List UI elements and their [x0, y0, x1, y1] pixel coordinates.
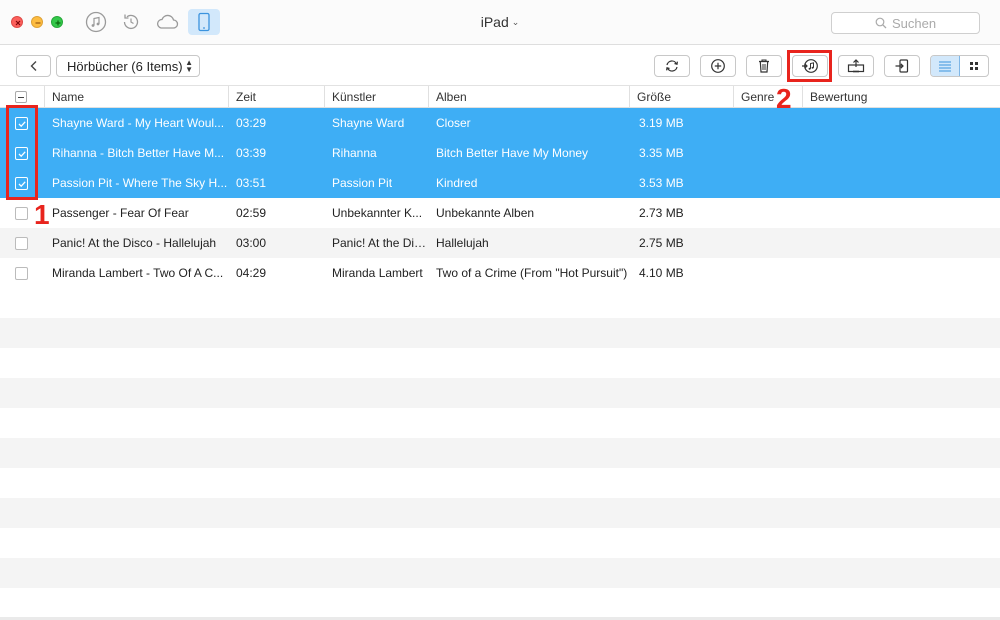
- delete-button[interactable]: [746, 55, 782, 77]
- cell-size: 3.35 MB: [639, 146, 684, 160]
- empty-row: [0, 528, 1000, 558]
- empty-row: [0, 558, 1000, 588]
- cell-album: Bitch Better Have My Money: [436, 146, 589, 160]
- table-header: Name Zeit Künstler Alben Größe Genre Bew…: [0, 86, 1000, 108]
- step-number-1: 1: [34, 199, 50, 230]
- cell-size: 4.10 MB: [639, 266, 684, 280]
- itunes-button-highlight: [787, 50, 832, 82]
- cell-artist: Shayne Ward: [332, 116, 405, 130]
- search-input[interactable]: Suchen: [831, 12, 980, 34]
- cell-artist: Passion Pit: [332, 176, 393, 190]
- list-icon: [939, 61, 951, 72]
- checkbox-selection-highlight: [6, 105, 38, 200]
- title-bar: iPad ⌄ Suchen: [0, 0, 1000, 45]
- row-checkbox[interactable]: [15, 237, 28, 250]
- column-header-album[interactable]: Alben: [429, 86, 630, 108]
- toolbar: Hörbücher (6 Items) ▲ ▼: [0, 46, 1000, 86]
- category-label: Hörbücher (6 Items): [67, 58, 183, 74]
- cell-time: 03:29: [236, 116, 267, 130]
- empty-row: [0, 348, 1000, 378]
- search-placeholder: Suchen: [891, 15, 937, 31]
- column-header-size[interactable]: Größe: [630, 86, 734, 108]
- table-row[interactable]: Panic! At the Disco - Hallelujah 03:00 P…: [0, 228, 1000, 258]
- grid-view-button[interactable]: [960, 56, 988, 76]
- column-header-rating[interactable]: Bewertung: [803, 86, 1000, 108]
- cell-size: 3.53 MB: [639, 176, 684, 190]
- import-device-icon: [895, 59, 909, 73]
- plus-circle-icon: [711, 59, 725, 73]
- cell-name: Miranda Lambert - Two Of A C...: [52, 266, 224, 280]
- chevron-down-icon: ⌄: [511, 17, 520, 27]
- cell-time: 04:29: [236, 266, 267, 280]
- cell-name: Rihanna - Bitch Better Have M...: [52, 146, 225, 160]
- refresh-icon: [666, 60, 678, 72]
- cell-album: Hallelujah: [436, 236, 489, 250]
- empty-row: [0, 438, 1000, 468]
- table-row[interactable]: Rihanna - Bitch Better Have M... 03:39 R…: [0, 138, 1000, 168]
- list-view-button[interactable]: [931, 56, 960, 76]
- trash-icon: [759, 59, 769, 73]
- cell-album: Closer: [436, 116, 471, 130]
- cell-artist: Miranda Lambert: [332, 266, 423, 280]
- export-to-computer-button[interactable]: [838, 55, 874, 77]
- cell-artist: Rihanna: [332, 146, 377, 160]
- cell-size: 3.19 MB: [639, 116, 684, 130]
- view-mode-toggle: [930, 55, 989, 77]
- cell-time: 03:00: [236, 236, 267, 250]
- empty-row: [0, 408, 1000, 438]
- import-to-device-button[interactable]: [884, 55, 920, 77]
- grid-icon: [970, 62, 978, 70]
- table-row[interactable]: Shayne Ward - My Heart Woul... 03:29 Sha…: [0, 108, 1000, 138]
- cell-size: 2.73 MB: [639, 206, 684, 220]
- category-select[interactable]: Hörbücher (6 Items) ▲ ▼: [56, 55, 200, 77]
- cell-name: Passenger - Fear Of Fear: [52, 206, 189, 220]
- back-button[interactable]: [16, 55, 51, 77]
- cell-name: Shayne Ward - My Heart Woul...: [52, 116, 225, 130]
- cell-album: Two of a Crime (From "Hot Pursuit"): [436, 266, 628, 280]
- cell-time: 03:39: [236, 146, 267, 160]
- empty-row: [0, 288, 1000, 318]
- export-computer-icon: [847, 59, 865, 73]
- add-button[interactable]: [700, 55, 736, 77]
- column-header-genre[interactable]: Genre: [734, 86, 803, 108]
- cell-name: Passion Pit - Where The Sky H...: [52, 176, 228, 190]
- row-checkbox[interactable]: [15, 267, 28, 280]
- cell-size: 2.75 MB: [639, 236, 684, 250]
- empty-row: [0, 468, 1000, 498]
- chevron-left-icon: [30, 61, 36, 71]
- device-title: iPad: [480, 14, 509, 30]
- column-header-time[interactable]: Zeit: [229, 86, 325, 108]
- row-checkbox[interactable]: [15, 207, 28, 220]
- column-header-artist[interactable]: Künstler: [325, 86, 429, 108]
- table-row[interactable]: Passion Pit - Where The Sky H... 03:51 P…: [0, 168, 1000, 198]
- cell-time: 02:59: [236, 206, 267, 220]
- empty-row: [0, 378, 1000, 408]
- empty-row: [0, 588, 1000, 618]
- empty-row: [0, 498, 1000, 528]
- cell-name: Panic! At the Disco - Hallelujah: [52, 236, 217, 250]
- cell-album: Unbekannte Alben: [436, 206, 535, 220]
- updown-arrows-icon: ▲ ▼: [185, 58, 193, 74]
- cell-artist: Panic! At the Disco: [332, 236, 430, 250]
- step-number-2: 2: [776, 83, 792, 114]
- cell-time: 03:51: [236, 176, 267, 190]
- search-icon: [875, 17, 887, 29]
- column-header-name[interactable]: Name: [45, 86, 229, 108]
- table-row[interactable]: Miranda Lambert - Two Of A C... 04:29 Mi…: [0, 258, 1000, 288]
- cell-album: Kindred: [436, 176, 478, 190]
- select-all-checkbox[interactable]: [15, 91, 27, 103]
- refresh-button[interactable]: [654, 55, 690, 77]
- table-row[interactable]: Passenger - Fear Of Fear 02:59 Unbekannt…: [0, 198, 1000, 228]
- cell-artist: Unbekannter K...: [332, 206, 423, 220]
- empty-row: [0, 318, 1000, 348]
